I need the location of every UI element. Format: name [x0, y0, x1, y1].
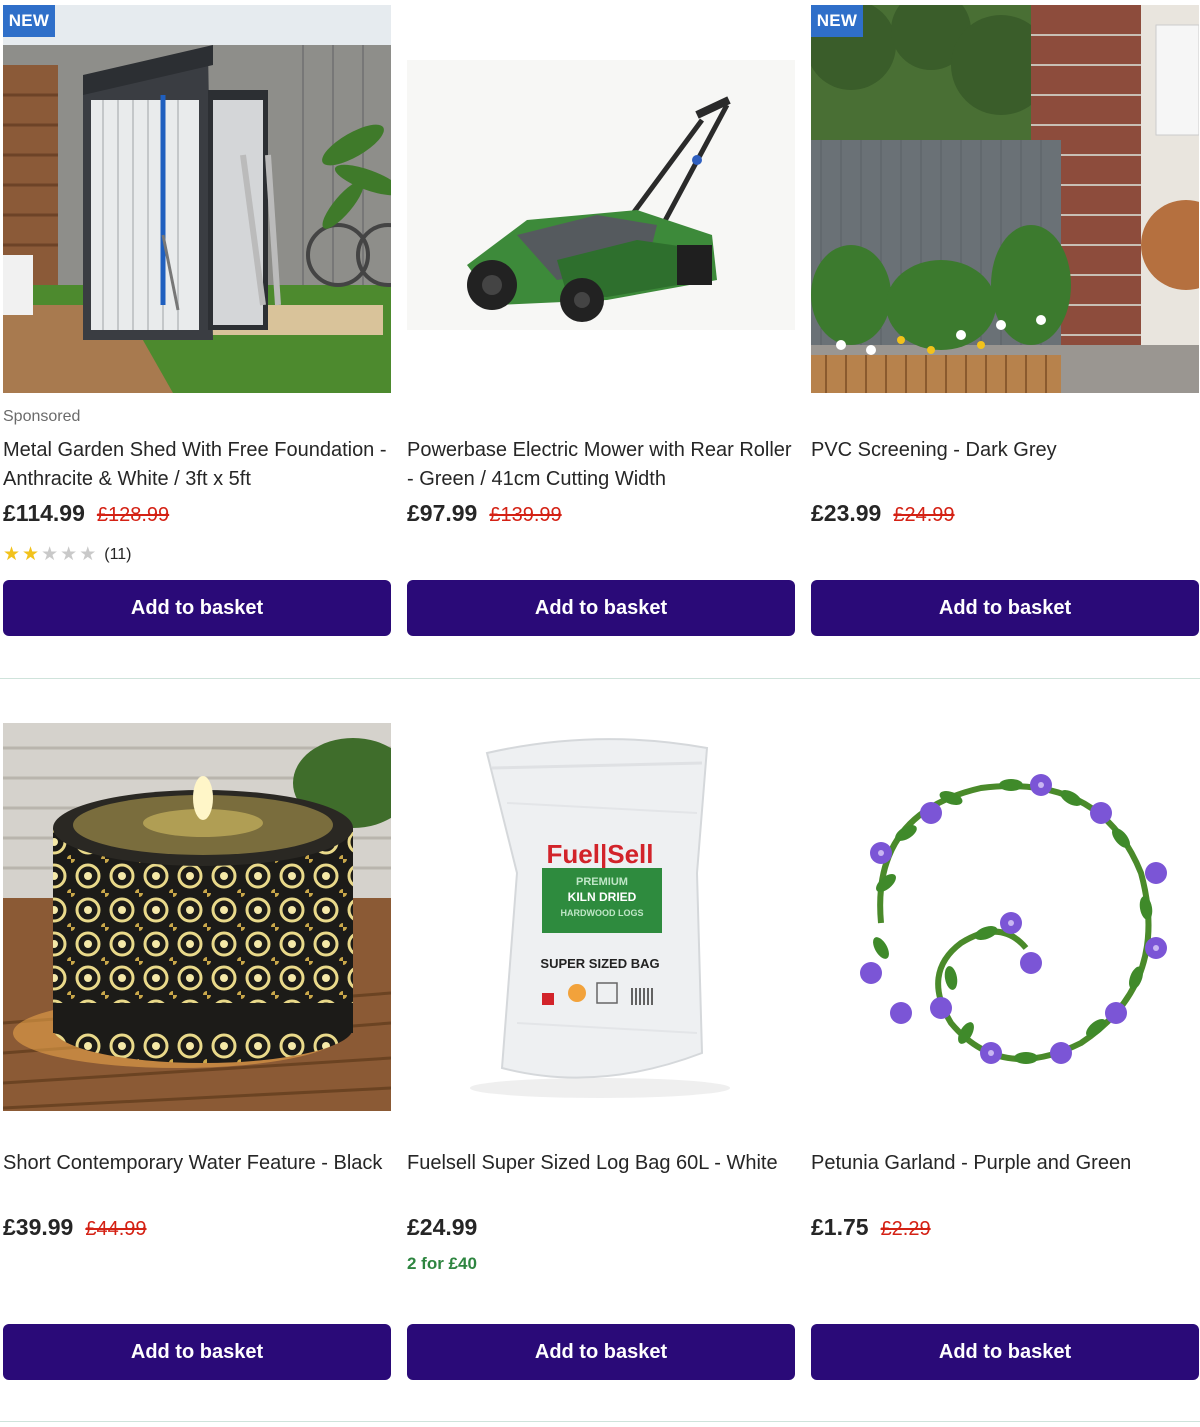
product-image-pvc-screening[interactable]: NEW [811, 5, 1199, 393]
add-to-basket-button[interactable]: Add to basket [811, 580, 1199, 636]
add-to-basket-button[interactable]: Add to basket [811, 1324, 1199, 1380]
star-empty-icon: ★ [79, 544, 97, 565]
mower-image [407, 5, 795, 393]
add-to-basket-button[interactable]: Add to basket [3, 1324, 391, 1380]
current-price: £114.99 [3, 500, 85, 526]
current-price: £39.99 [3, 1214, 74, 1240]
product-title[interactable]: Fuelsell Super Sized Log Bag 60L - White [407, 1149, 795, 1178]
add-to-basket-button[interactable]: Add to basket [407, 580, 795, 636]
petunia-garland-image [811, 723, 1199, 1111]
product-card-petunia-garland: Petunia Garland - Purple and Green £1.75… [811, 723, 1199, 1380]
pvc-screening-image [811, 5, 1199, 393]
review-count: (11) [104, 545, 132, 563]
product-image-water-feature[interactable] [3, 723, 391, 1111]
new-badge: NEW [3, 5, 55, 37]
shed-image [3, 5, 391, 393]
star-rating[interactable]: ★ ★ ★ ★ ★ (11) [3, 545, 132, 564]
bag-line2-text: KILN DRIED [568, 890, 637, 904]
star-filled-icon: ★ [3, 544, 21, 565]
product-title[interactable]: Metal Garden Shed With Free Foundation -… [3, 436, 391, 494]
product-card-log-bag: Fuel|Sell PREMIUM KILN DRIED HARDWOOD LO… [407, 723, 795, 1380]
product-card-water-feature: Short Contemporary Water Feature - Black… [3, 723, 391, 1380]
product-image-log-bag[interactable]: Fuel|Sell PREMIUM KILN DRIED HARDWOOD LO… [407, 723, 795, 1111]
log-bag-image: Fuel|Sell PREMIUM KILN DRIED HARDWOOD LO… [407, 723, 795, 1111]
product-card-pvc-screening: NEW PVC Screening - Dark Grey £23.99 £24… [811, 5, 1199, 636]
product-image-petunia-garland[interactable] [811, 723, 1199, 1111]
product-title[interactable]: Petunia Garland - Purple and Green [811, 1149, 1199, 1178]
new-badge: NEW [811, 5, 863, 37]
bag-size-text: SUPER SIZED BAG [540, 956, 659, 971]
promo-offer[interactable]: 2 for £40 [407, 1254, 477, 1274]
water-feature-image [3, 723, 391, 1111]
product-image-shed[interactable]: NEW [3, 5, 391, 393]
price-row: £23.99 £24.99 [811, 500, 955, 527]
row-divider [0, 678, 1200, 679]
add-to-basket-button[interactable]: Add to basket [3, 580, 391, 636]
was-price: £2.29 [880, 1218, 931, 1240]
row-divider [0, 1421, 1200, 1422]
price-row: £24.99 [407, 1214, 477, 1241]
product-card-mower: Powerbase Electric Mower with Rear Rolle… [407, 5, 795, 636]
bag-line1-text: PREMIUM [576, 876, 628, 888]
price-row: £114.99 £128.99 [3, 500, 169, 527]
current-price: £23.99 [811, 500, 882, 526]
product-title[interactable]: Powerbase Electric Mower with Rear Rolle… [407, 436, 795, 494]
price-row: £1.75 £2.29 [811, 1214, 931, 1241]
current-price: £97.99 [407, 500, 478, 526]
add-to-basket-button[interactable]: Add to basket [407, 1324, 795, 1380]
was-price: £128.99 [96, 504, 170, 526]
price-row: £39.99 £44.99 [3, 1214, 147, 1241]
product-title[interactable]: PVC Screening - Dark Grey [811, 436, 1199, 465]
sponsored-label: Sponsored [3, 408, 81, 425]
bag-brand-text: Fuel|Sell [547, 839, 654, 869]
product-card-shed: NEW Sponsored Metal Garden Shed With Fre… [3, 5, 391, 636]
current-price: £24.99 [407, 1214, 478, 1240]
current-price: £1.75 [811, 1214, 869, 1240]
was-price: £44.99 [85, 1218, 147, 1240]
product-image-mower[interactable] [407, 5, 795, 393]
was-price: £139.99 [489, 504, 562, 526]
star-filled-icon: ★ [22, 544, 40, 565]
bag-line3-text: HARDWOOD LOGS [561, 908, 644, 918]
was-price: £24.99 [893, 504, 955, 526]
product-title[interactable]: Short Contemporary Water Feature - Black [3, 1149, 391, 1178]
star-empty-icon: ★ [41, 544, 59, 565]
star-empty-icon: ★ [60, 544, 78, 565]
price-row: £97.99 £139.99 [407, 500, 562, 527]
